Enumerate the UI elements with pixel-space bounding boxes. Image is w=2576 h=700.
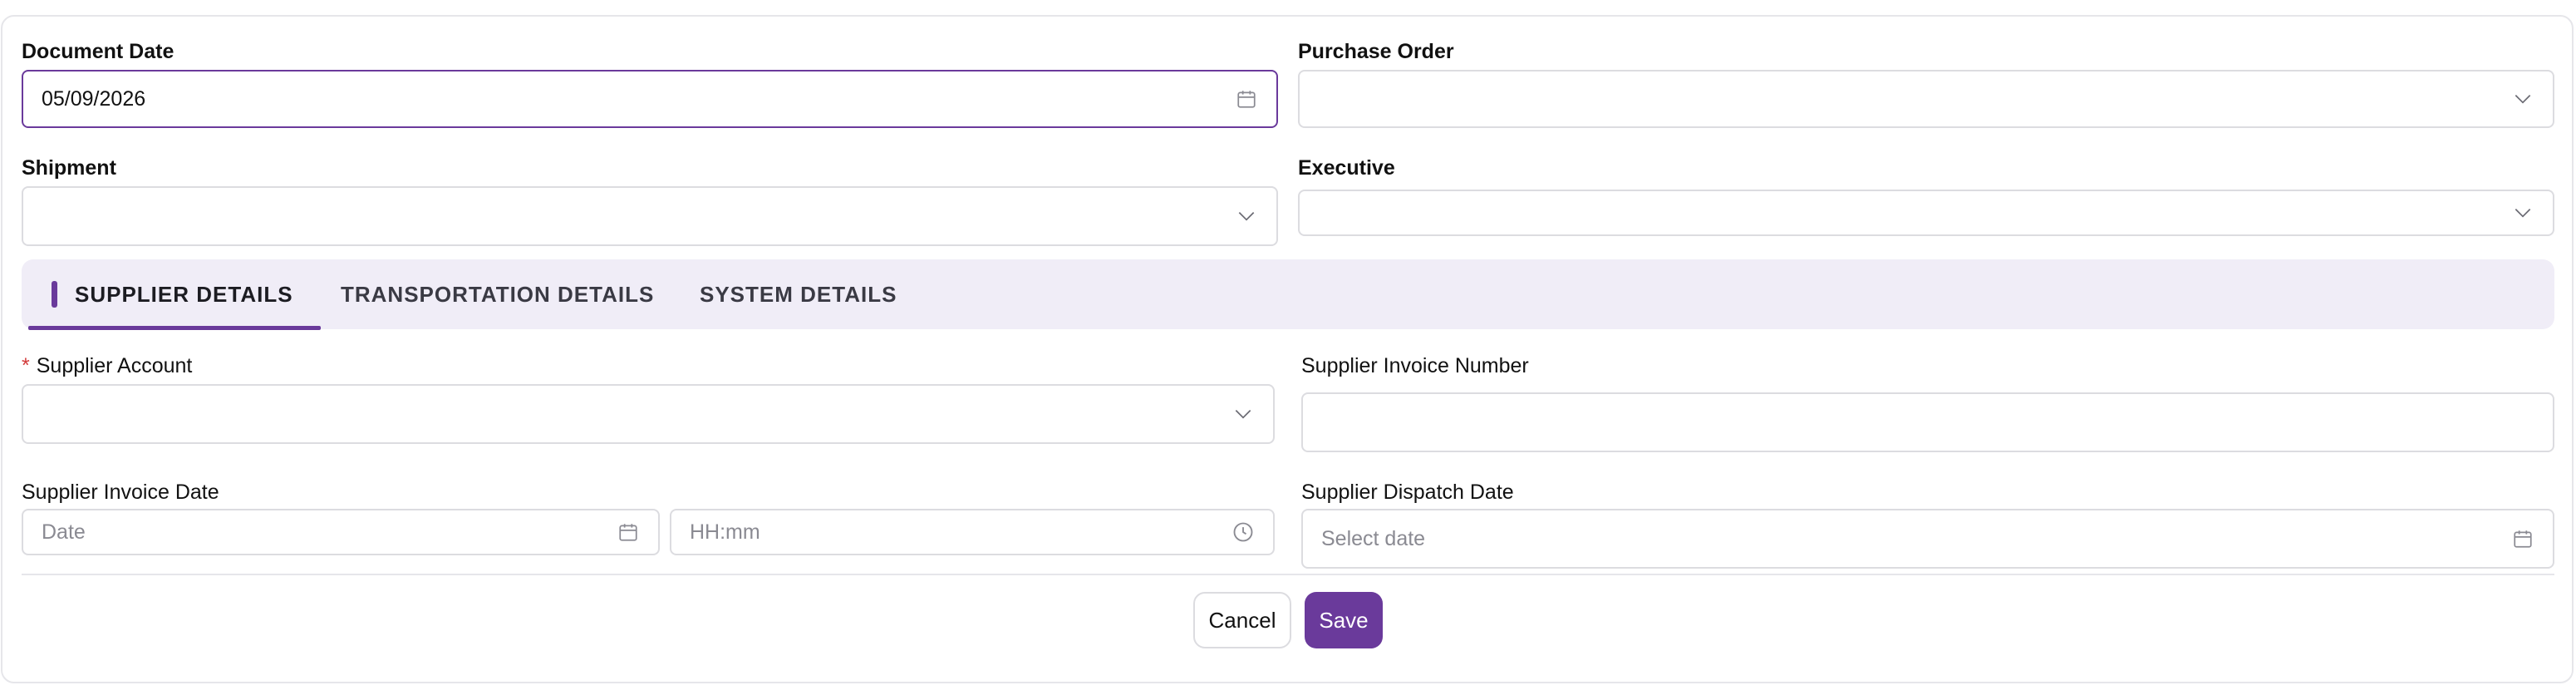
section-divider [22, 574, 2554, 575]
document-date-value: 05/09/2026 [42, 86, 146, 111]
active-tab-marker [52, 281, 57, 308]
supplier-invoice-time-input[interactable]: HH:mm [670, 509, 1275, 555]
clock-icon[interactable] [1231, 520, 1255, 544]
chevron-down-icon[interactable] [1231, 402, 1255, 426]
tab-system-details[interactable]: SYSTEM DETAILS [700, 259, 897, 329]
supplier-invoice-date-input[interactable]: Date [22, 509, 660, 555]
supplier-account-select[interactable] [22, 384, 1275, 444]
supplier-invoice-time-placeholder: HH:mm [690, 520, 760, 544]
supplier-dispatch-date-label: Supplier Dispatch Date [1301, 481, 1514, 504]
detail-tabs: SUPPLIER DETAILS TRANSPORTATION DETAILS … [22, 259, 2554, 330]
supplier-account-label: * Supplier Account [22, 354, 192, 378]
supplier-invoice-date-label: Supplier Invoice Date [22, 481, 219, 504]
cancel-button[interactable]: Cancel [1193, 592, 1291, 648]
supplier-invoice-date-placeholder: Date [42, 520, 86, 544]
chevron-down-icon[interactable] [2511, 87, 2534, 111]
save-button[interactable]: Save [1305, 592, 1383, 648]
supplier-account-label-text: Supplier Account [36, 354, 193, 377]
executive-select[interactable] [1298, 190, 2554, 236]
active-tab-underline [28, 326, 321, 330]
executive-label: Executive [1298, 156, 1395, 180]
supplier-invoice-number-input[interactable] [1301, 392, 2554, 452]
document-date-label: Document Date [22, 40, 175, 63]
tab-supplier-details[interactable]: SUPPLIER DETAILS [75, 259, 293, 329]
calendar-icon[interactable] [2511, 527, 2534, 550]
purchase-order-select[interactable] [1298, 70, 2554, 128]
supplier-invoice-number-label: Supplier Invoice Number [1301, 354, 1529, 377]
supplier-dispatch-date-placeholder: Select date [1321, 526, 1426, 550]
calendar-icon[interactable] [617, 520, 640, 544]
chevron-down-icon[interactable] [2511, 201, 2534, 224]
tab-transportation-details[interactable]: TRANSPORTATION DETAILS [341, 259, 654, 329]
calendar-icon[interactable] [1235, 87, 1258, 111]
shipment-label: Shipment [22, 156, 116, 180]
supplier-dispatch-date-input[interactable]: Select date [1301, 509, 2554, 569]
shipment-select[interactable] [22, 186, 1278, 246]
required-mark: * [22, 354, 30, 377]
chevron-down-icon[interactable] [1235, 205, 1258, 228]
document-date-input[interactable]: 05/09/2026 [22, 70, 1278, 128]
purchase-order-label: Purchase Order [1298, 40, 1454, 63]
